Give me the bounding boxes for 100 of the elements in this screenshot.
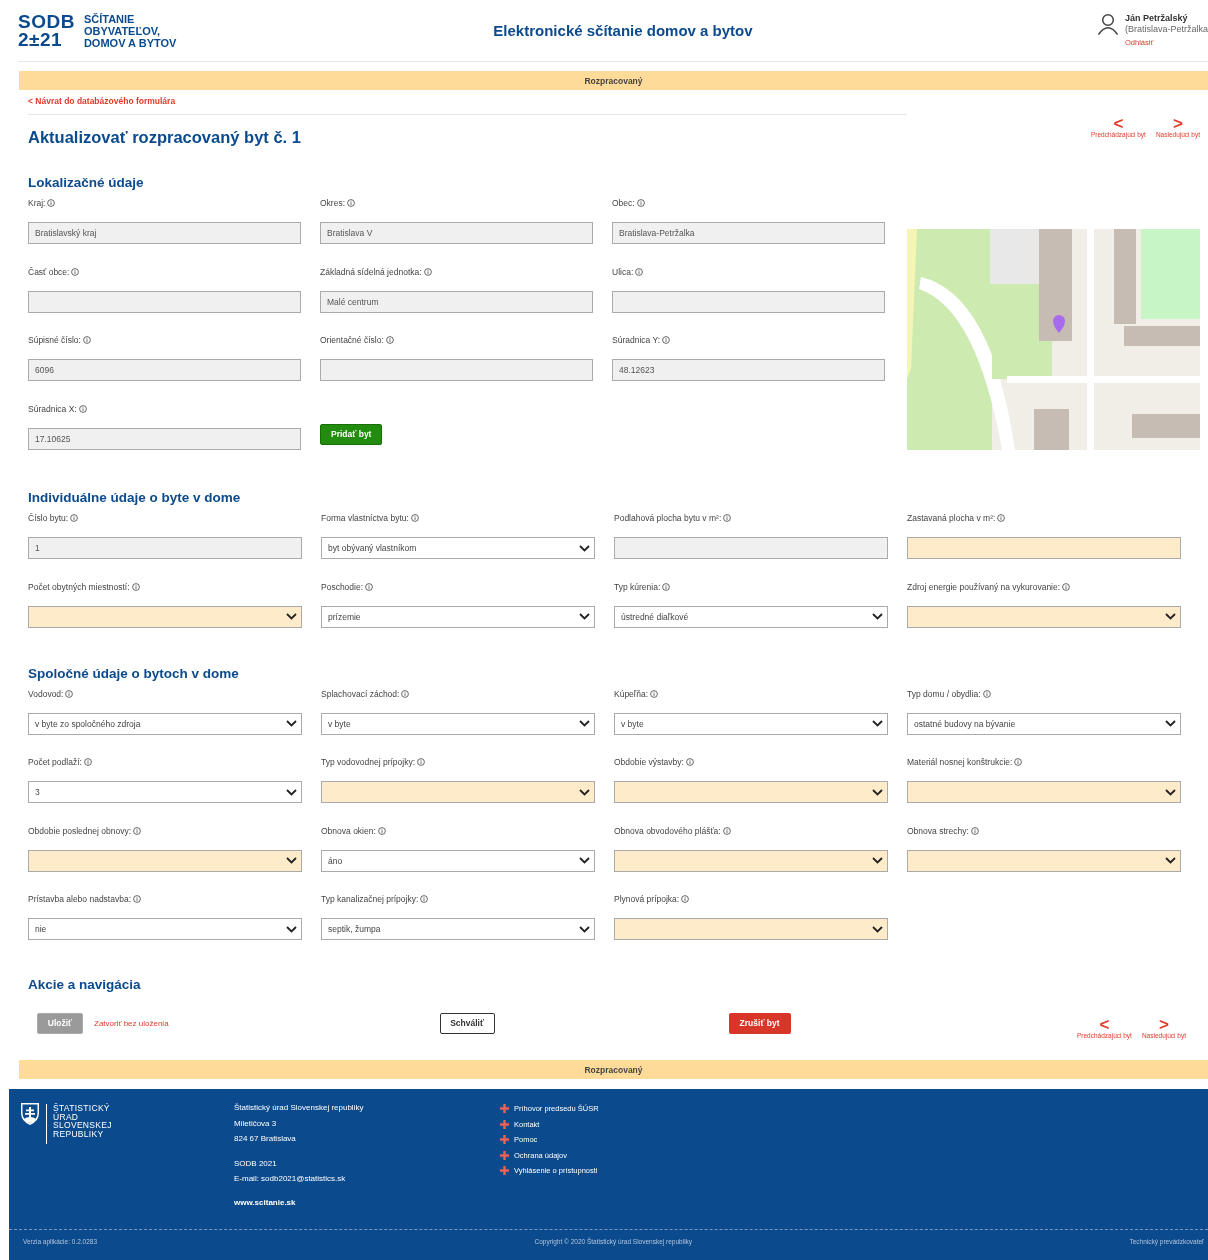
info-icon[interactable] (681, 895, 690, 903)
cancel-flat-button[interactable]: Zrušiť byt (728, 1012, 791, 1034)
org-name: ÚRAD (53, 1112, 79, 1121)
select-field[interactable]: prízemie (321, 605, 595, 628)
chevron-down-icon (579, 857, 590, 864)
select-field[interactable]: septik, žumpa (321, 918, 595, 940)
org-name: REPUBLIKY (53, 1129, 105, 1138)
select-field[interactable] (614, 849, 888, 872)
info-icon[interactable] (723, 514, 732, 522)
select-field[interactable]: v byte (321, 712, 595, 735)
website-link[interactable]: www.scitanie.sk (234, 1194, 500, 1210)
field-label: Splachovací záchod: (321, 688, 400, 699)
field-label: Materiál nosnej konštrukcie: (907, 757, 1013, 767)
field-label: Typ kanalizačnej prípojky: (321, 894, 419, 904)
info-icon[interactable] (385, 336, 394, 345)
status-banner: Rozpracovaný (19, 1060, 1208, 1079)
field-label: Podlahová plocha bytu v m²: (614, 513, 722, 523)
chevron-down-icon (579, 788, 590, 796)
info-icon[interactable] (662, 582, 671, 591)
section-title: Individuálne údaje o byte v dome (28, 490, 242, 506)
info-icon[interactable] (401, 689, 410, 698)
info-icon[interactable] (78, 404, 87, 413)
site-title: Elektronické sčítanie domov a bytov (493, 22, 753, 39)
info-icon[interactable] (377, 826, 386, 835)
info-icon[interactable] (410, 514, 419, 522)
chevron-down-icon (872, 720, 883, 727)
chevron-down-icon (286, 720, 297, 727)
field-label: Prístavba alebo nadstavba: (28, 894, 131, 904)
select-field[interactable] (907, 849, 1181, 872)
user-icon[interactable] (1096, 13, 1119, 35)
select-field[interactable] (28, 849, 302, 872)
logo-text: SČÍTANIE (83, 12, 136, 25)
user-name: Ján Petržalský (1124, 13, 1189, 24)
select-field[interactable]: ostatné budovy na bývanie (907, 712, 1181, 735)
plus-icon (500, 1150, 509, 1160)
select-field[interactable] (907, 605, 1181, 628)
field-label: Základná sídelná jednotka: (320, 266, 422, 277)
logo-text: SODB (18, 12, 75, 31)
select-field[interactable]: nie (28, 918, 302, 940)
address-line: Miletičova 3 (234, 1117, 278, 1130)
field-label: Kraj: (28, 198, 46, 208)
info-icon[interactable] (133, 826, 142, 835)
info-icon[interactable] (131, 582, 140, 591)
plus-icon (500, 1166, 509, 1175)
info-icon[interactable] (133, 895, 141, 903)
info-icon[interactable] (420, 895, 429, 903)
info-icon[interactable] (417, 758, 426, 766)
info-icon[interactable] (650, 689, 659, 698)
field-label: Zastavaná plocha v m²: (907, 513, 996, 523)
field-label: Obnova strechy: (907, 825, 969, 836)
plus-icon (500, 1119, 509, 1129)
close-without-saving-link[interactable]: Zatvoriť bez uloženia (94, 1018, 169, 1028)
chevron-down-icon (286, 613, 297, 620)
chevron-down-icon (872, 925, 883, 933)
select-field[interactable]: ústredné diaľkové (614, 605, 888, 628)
chevron-down-icon (872, 857, 883, 864)
org-name: SLOVENSKEJ (53, 1121, 112, 1130)
field-label: Obec: (612, 198, 635, 208)
info-icon[interactable] (47, 199, 56, 207)
info-icon[interactable] (635, 267, 644, 276)
info-icon[interactable] (997, 514, 1006, 522)
select-field[interactable]: áno (321, 849, 595, 872)
select-field[interactable] (614, 918, 888, 940)
info-icon[interactable] (970, 826, 979, 835)
info-icon[interactable] (347, 199, 356, 207)
select-field[interactable] (321, 781, 595, 803)
info-icon[interactable] (65, 689, 74, 698)
field-label: Časť obce: (28, 266, 70, 277)
info-icon[interactable] (1014, 758, 1023, 766)
select-field[interactable]: 3 (28, 781, 302, 803)
chevron-down-icon (1165, 613, 1176, 620)
select-field[interactable] (28, 605, 302, 628)
select-field[interactable]: byt obývaný vlastníkom (321, 537, 595, 559)
info-icon[interactable] (636, 199, 645, 207)
info-icon[interactable] (685, 758, 694, 766)
chevron-down-icon (286, 857, 297, 864)
input-field[interactable] (907, 537, 1181, 559)
logo-text: 2±21 (18, 30, 64, 49)
select-field[interactable]: v byte zo spoločného zdroja (28, 712, 302, 735)
info-icon[interactable] (722, 826, 731, 835)
select-field[interactable] (907, 781, 1181, 803)
select-field[interactable]: v byte (614, 712, 888, 735)
select-field[interactable] (614, 781, 888, 803)
field-label: Počet podlaží: (28, 757, 82, 767)
info-icon[interactable] (70, 514, 79, 522)
info-icon[interactable] (423, 267, 432, 276)
info-icon[interactable] (365, 582, 374, 591)
field-label: Typ vodovodnej prípojky: (321, 757, 416, 767)
org-name: ŠTATISTICKÝ (53, 1104, 111, 1113)
back-link[interactable]: < Návrat do databázového formulára (28, 96, 176, 106)
info-icon[interactable] (982, 689, 991, 698)
info-icon[interactable] (83, 758, 92, 766)
info-icon[interactable] (1062, 582, 1071, 591)
info-icon[interactable] (71, 267, 80, 276)
info-icon[interactable] (662, 336, 671, 345)
info-icon[interactable] (82, 336, 91, 345)
field-label: Zdroj energie používaný na vykurovanie: (907, 581, 1061, 592)
approve-button[interactable]: Schváliť (439, 1012, 495, 1034)
add-flat-button[interactable]: Pridať byt (320, 423, 383, 445)
contact-line: SODB 2021 (234, 1157, 278, 1170)
